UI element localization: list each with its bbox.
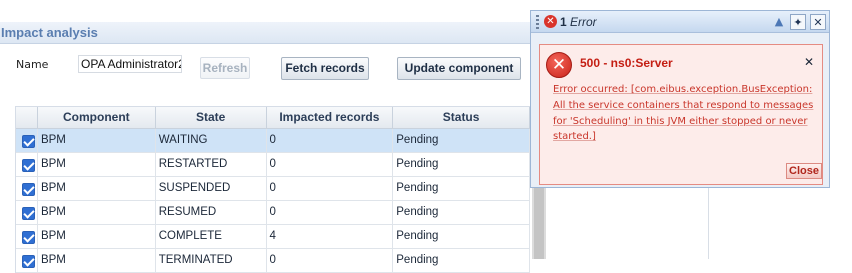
column-header-status[interactable]: Status (393, 107, 530, 128)
name-field[interactable]: OPA Administrator2 (78, 55, 182, 73)
cell-impacted-records: 0 (267, 177, 394, 200)
error-message-line: started.] (553, 131, 596, 143)
error-count: 1 (560, 15, 567, 29)
panel-title: Impact analysis (1, 25, 98, 40)
error-popup-title: Error (570, 15, 597, 29)
cell-component: BPM (38, 129, 156, 152)
fetch-records-button[interactable]: Fetch records (281, 57, 369, 80)
cell-impacted-records: 4 (267, 225, 394, 248)
cell-impacted-records: 0 (267, 153, 394, 176)
cell-status: Pending (393, 249, 530, 272)
collapse-up-icon[interactable]: ▲ (771, 14, 787, 30)
error-popup: ✕ 1 Error ▲ ✦ ✕ ✕ 500 - ns0:Server ✕ Err… (530, 10, 830, 188)
grid-body: BPM WAITING 0 Pending BPM RESTARTED 0 Pending BP… (16, 129, 530, 273)
header-checkbox-column[interactable] (16, 107, 38, 128)
cell-state: TERMINATED (156, 249, 267, 272)
error-popup-titlebar[interactable]: ✕ 1 Error ▲ ✦ ✕ (531, 11, 829, 33)
cell-impacted-records: 0 (267, 201, 394, 224)
update-component-button[interactable]: Update component (397, 57, 521, 80)
cell-component: BPM (38, 249, 156, 272)
table-row[interactable]: BPM RESUMED 0 Pending (16, 201, 530, 225)
column-header-impacted-records[interactable]: Impacted records (267, 107, 394, 128)
row-checkbox[interactable] (16, 153, 38, 176)
table-row[interactable]: BPM TERMINATED 0 Pending (16, 249, 530, 273)
cell-state: COMPLETE (156, 225, 267, 248)
cell-state: RESTARTED (156, 153, 267, 176)
checkbox-checked-icon[interactable] (22, 231, 35, 244)
error-message-title: 500 - ns0:Server (580, 56, 673, 70)
grid-header: Component State Impacted records Status (16, 106, 530, 129)
panel-header: Impact analysis (0, 22, 560, 44)
cell-component: BPM (38, 153, 156, 176)
cell-state: SUSPENDED (156, 177, 267, 200)
row-checkbox[interactable] (16, 129, 38, 152)
row-checkbox[interactable] (16, 249, 38, 272)
row-checkbox[interactable] (16, 225, 38, 248)
table-row[interactable]: BPM COMPLETE 4 Pending (16, 225, 530, 249)
table-row[interactable]: BPM SUSPENDED 0 Pending (16, 177, 530, 201)
dismiss-message-icon[interactable]: ✕ (804, 55, 814, 69)
error-message-line: All the service containers that respond … (553, 99, 814, 111)
cell-impacted-records: 0 (267, 249, 394, 272)
error-message-body[interactable]: Error occurred: [com.eibus.exception.Bus… (553, 82, 815, 145)
cell-component: BPM (38, 201, 156, 224)
checkbox-checked-icon[interactable] (22, 135, 35, 148)
checkbox-checked-icon[interactable] (22, 207, 35, 220)
name-label: Name (16, 58, 49, 71)
checkbox-checked-icon[interactable] (22, 255, 35, 268)
cell-status: Pending (393, 129, 530, 152)
table-row[interactable]: BPM WAITING 0 Pending (16, 129, 530, 153)
cell-state: WAITING (156, 129, 267, 152)
impact-grid: Component State Impacted records Status … (15, 106, 530, 273)
row-checkbox[interactable] (16, 201, 38, 224)
row-checkbox[interactable] (16, 177, 38, 200)
error-large-icon: ✕ (546, 52, 572, 78)
error-message-line: for 'Scheduling' in this JVM either stop… (553, 115, 808, 127)
close-button[interactable]: Close (786, 163, 822, 179)
close-popup-icon[interactable]: ✕ (810, 14, 826, 30)
cell-state: RESUMED (156, 201, 267, 224)
error-message-box: ✕ 500 - ns0:Server ✕ Error occurred: [co… (539, 44, 823, 185)
table-row[interactable]: BPM RESTARTED 0 Pending (16, 153, 530, 177)
refresh-button[interactable]: Refresh (200, 57, 250, 79)
cell-impacted-records: 0 (267, 129, 394, 152)
cell-status: Pending (393, 153, 530, 176)
drag-grip-icon[interactable] (536, 15, 539, 29)
pin-icon[interactable]: ✦ (790, 14, 806, 30)
column-header-component[interactable]: Component (38, 107, 156, 128)
checkbox-checked-icon[interactable] (22, 159, 35, 172)
cell-component: BPM (38, 177, 156, 200)
cell-status: Pending (393, 201, 530, 224)
cell-status: Pending (393, 225, 530, 248)
cell-component: BPM (38, 225, 156, 248)
cell-status: Pending (393, 177, 530, 200)
checkbox-checked-icon[interactable] (22, 183, 35, 196)
column-header-state[interactable]: State (156, 107, 267, 128)
error-message-line: Error occurred: [com.eibus.exception.Bus… (553, 84, 813, 95)
error-icon: ✕ (544, 15, 557, 28)
